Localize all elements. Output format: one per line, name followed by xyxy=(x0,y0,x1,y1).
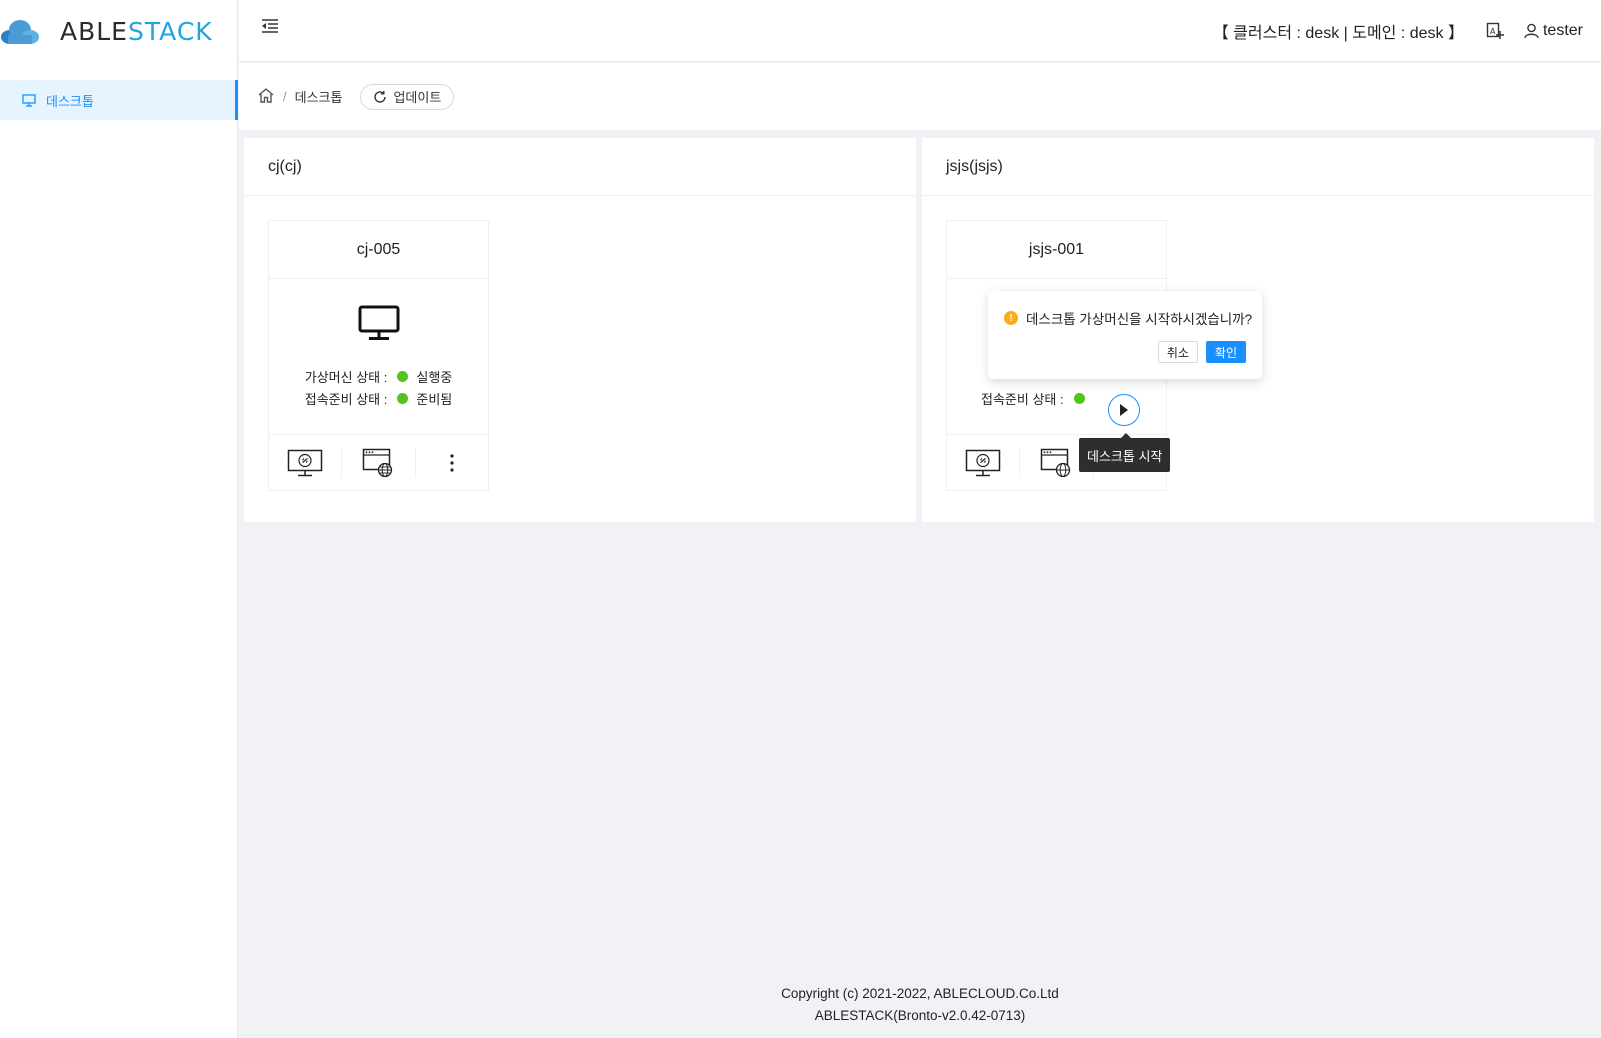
user-icon xyxy=(1524,23,1539,39)
translate-icon[interactable]: A xyxy=(1486,22,1504,40)
logo-stack: STACK xyxy=(127,16,213,46)
logo[interactable]: ABLESTACK xyxy=(0,0,237,62)
vm-status-value: 실행중 xyxy=(416,370,453,385)
remote-desktop-button[interactable] xyxy=(269,448,343,478)
logo-able: ABLE xyxy=(60,16,128,46)
card-title[interactable]: cj-005 xyxy=(269,221,488,279)
footer: Copyright (c) 2021-2022, ABLECLOUD.Co.Lt… xyxy=(239,983,1601,1027)
vm-status: 가상머신 상태 : 실행중 xyxy=(269,367,488,386)
user-menu[interactable]: tester xyxy=(1524,22,1583,40)
web-console-icon xyxy=(363,448,393,478)
more-button[interactable] xyxy=(416,448,488,478)
remote-desktop-icon xyxy=(287,449,323,477)
sidebar-item-label: 데스크톱 xyxy=(46,93,94,109)
panel-title: cj(cj) xyxy=(244,138,916,196)
desktop-card: cj-005 가상머신 상태 : 실행중 접속준비 상태 : 준비됨 xyxy=(268,220,489,491)
reload-icon xyxy=(374,90,387,103)
conn-status-value: 준비됨 xyxy=(416,392,453,407)
popconfirm-text: 데스크톱 가상머신을 시작하시겠습니까? xyxy=(1026,312,1253,327)
home-icon[interactable] xyxy=(257,87,275,107)
username: tester xyxy=(1542,22,1583,39)
start-desktop-button[interactable] xyxy=(1108,394,1140,426)
card-title[interactable]: jsjs-001 xyxy=(947,221,1166,279)
desktop-group-panel: cj(cj) cj-005 가상머신 상태 : 실행중 접속준비 상태 : 준비… xyxy=(244,138,916,522)
remote-desktop-button[interactable] xyxy=(947,448,1021,478)
breadcrumb-current: 데스크톱 xyxy=(294,90,343,105)
confirm-button[interactable]: 확인 xyxy=(1205,341,1246,363)
logo-text: ABLESTACK xyxy=(60,17,213,46)
vm-status-label: 가상머신 상태 : xyxy=(304,370,388,385)
sidebar: ABLESTACK 데스크톱 xyxy=(0,0,238,1038)
cancel-button[interactable]: 취소 xyxy=(1157,341,1198,363)
conn-status-label: 접속준비 상태 : xyxy=(304,392,388,407)
conn-status-label: 접속준비 상태 : xyxy=(981,392,1064,407)
start-desktop-popconfirm: ! 데스크톱 가상머신을 시작하시겠습니까? 취소 확인 xyxy=(988,291,1262,379)
more-vertical-icon xyxy=(450,454,454,472)
cluster-info: 【 클러스터 : desk | 도메인 : desk 】 xyxy=(1212,25,1464,42)
breadcrumb-separator: / xyxy=(283,89,287,104)
header: 【 클러스터 : desk | 도메인 : desk 】 A tester xyxy=(239,0,1601,62)
desktop-icon xyxy=(22,93,36,107)
svg-text:A: A xyxy=(1490,27,1496,36)
conn-status-dot xyxy=(1073,393,1085,404)
refresh-label: 업데이트 xyxy=(393,90,442,105)
menu-fold-icon[interactable] xyxy=(261,18,279,37)
web-console-button[interactable] xyxy=(342,448,416,478)
card-actions xyxy=(269,435,488,491)
play-icon xyxy=(1120,404,1128,416)
panel-title: jsjs(jsjs) xyxy=(922,138,1594,196)
warning-icon: ! xyxy=(1004,311,1018,325)
breadcrumb: / 데스크톱 업데이트 xyxy=(239,63,1601,130)
refresh-button[interactable]: 업데이트 xyxy=(360,83,455,110)
popconfirm-message: ! 데스크톱 가상머신을 시작하시겠습니까? xyxy=(1004,308,1252,328)
conn-status-dot xyxy=(397,393,409,404)
web-console-icon xyxy=(1041,448,1071,478)
footer-version: ABLESTACK(Bronto-v2.0.42-0713) xyxy=(814,1008,1026,1023)
tooltip: 데스크톱 시작 xyxy=(1079,433,1171,472)
footer-copyright: Copyright (c) 2021-2022, ABLECLOUD.Co.Lt… xyxy=(781,986,1059,1001)
popconfirm-buttons: 취소 확인 xyxy=(1157,341,1246,363)
conn-status: 접속준비 상태 : 준비됨 xyxy=(269,389,488,408)
monitor-icon xyxy=(358,305,400,344)
card-body: 가상머신 상태 : 실행중 접속준비 상태 : 준비됨 xyxy=(269,279,488,435)
header-right: 【 클러스터 : desk | 도메인 : desk 】 A tester xyxy=(1213,0,1583,62)
vm-status-dot xyxy=(397,371,409,382)
remote-desktop-icon xyxy=(965,449,1001,477)
sidebar-item-desktop[interactable]: 데스크톱 xyxy=(0,80,238,120)
cloud-icon xyxy=(1,20,39,44)
